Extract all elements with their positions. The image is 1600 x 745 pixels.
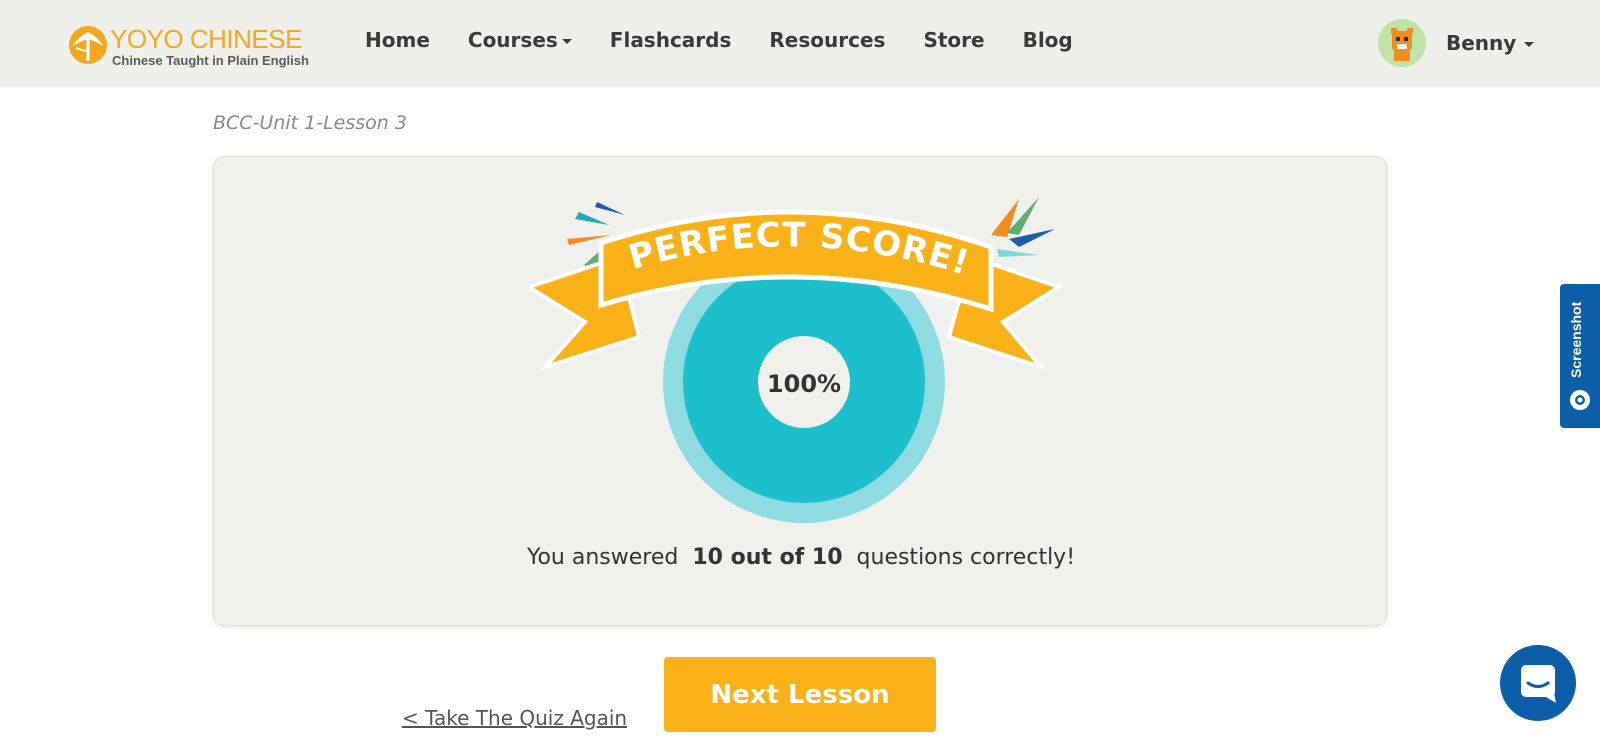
tiger-avatar-icon xyxy=(1378,19,1426,67)
score-percent: 100% xyxy=(767,370,841,398)
caret-down-icon xyxy=(1524,42,1535,47)
camera-icon xyxy=(1570,390,1590,410)
nav-store-label: Store xyxy=(923,28,985,52)
quiz-result-card: 100% PERFECT SCORE! You answered 10 out … xyxy=(213,156,1387,626)
logo-tree-icon xyxy=(69,26,107,64)
confetti-icon xyxy=(997,249,1039,257)
take-quiz-again-link[interactable]: < Take The Quiz Again xyxy=(402,706,627,730)
screenshot-widget-tab[interactable]: Screenshot xyxy=(1560,284,1600,428)
nav-store[interactable]: Store xyxy=(923,28,984,52)
nav-home-label: Home xyxy=(365,28,430,52)
top-nav-bar: YOYO CHINESE Chinese Taught in Plain Eng… xyxy=(0,0,1600,86)
nav-courses-label: Courses xyxy=(467,28,558,52)
result-suffix: questions correctly! xyxy=(856,545,1076,570)
nav-home[interactable]: Home xyxy=(365,28,430,52)
chat-launcher-button[interactable] xyxy=(1500,645,1576,721)
result-prefix: You answered xyxy=(526,545,679,570)
nav-courses[interactable]: Courses xyxy=(468,28,572,52)
screenshot-label: Screenshot xyxy=(1568,301,1584,378)
confetti-icon xyxy=(595,202,625,215)
nav-blog[interactable]: Blog xyxy=(1023,28,1073,52)
result-score: 10 out of 10 xyxy=(692,545,843,570)
user-name: Benny xyxy=(1446,31,1517,55)
lesson-breadcrumb: BCC-Unit 1-Lesson 3 xyxy=(213,112,407,134)
chat-icon xyxy=(1521,665,1556,703)
yoyo-chinese-logo[interactable]: YOYO CHINESE Chinese Taught in Plain Eng… xyxy=(68,22,309,70)
nav-resources-label: Resources xyxy=(769,28,886,52)
avatar xyxy=(1378,19,1426,67)
logo-tagline: Chinese Taught in Plain English xyxy=(112,53,309,68)
confetti-icon xyxy=(575,212,609,225)
nav-blog-label: Blog xyxy=(1022,28,1073,52)
next-lesson-button[interactable]: Next Lesson xyxy=(664,657,936,732)
nav-flashcards-label: Flashcards xyxy=(609,28,732,52)
perfect-score-badge: 100% PERFECT SCORE! xyxy=(529,197,1064,523)
result-message: You answered 10 out of 10 questions corr… xyxy=(214,545,1388,570)
caret-down-icon xyxy=(561,39,572,44)
nav-flashcards[interactable]: Flashcards xyxy=(610,28,732,52)
main-nav: Home Courses Flashcards Resources Store … xyxy=(365,28,1111,52)
nav-resources[interactable]: Resources xyxy=(769,28,885,52)
user-menu[interactable]: Benny xyxy=(1378,19,1535,67)
logo-name: YOYO CHINESE xyxy=(110,24,302,54)
